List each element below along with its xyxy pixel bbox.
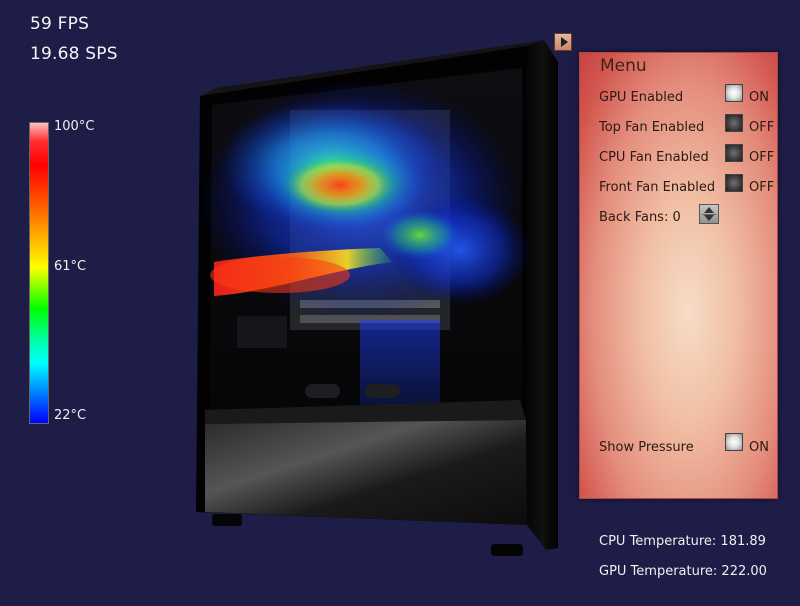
sps-counter: 19.68 SPS (30, 44, 118, 64)
heat-volume-green-right (380, 210, 460, 260)
gpu-temperature-readout: GPU Temperature: 222.00 (599, 564, 767, 579)
cpu-fan-enabled-checkbox[interactable] (725, 144, 743, 162)
cpu-temperature-readout: CPU Temperature: 181.89 (599, 534, 766, 549)
menu-panel: Menu GPU Enabled ON Top Fan Enabled OFF … (579, 52, 778, 499)
cpu-fan-enabled-state: OFF (749, 150, 775, 165)
show-pressure-label: Show Pressure (599, 440, 694, 455)
heat-volume-red-core (285, 157, 395, 213)
cpu-fan-enabled-label: CPU Fan Enabled (599, 150, 709, 165)
top-fan-enabled-checkbox[interactable] (725, 114, 743, 132)
triangle-right-icon (560, 37, 568, 47)
legend-min-label: 22°C (54, 408, 87, 423)
gpu-enabled-checkbox[interactable] (725, 84, 743, 102)
front-fan-enabled-state: OFF (749, 180, 775, 195)
arrow-up-icon (704, 207, 714, 213)
gpu-enabled-label: GPU Enabled (599, 90, 684, 105)
show-pressure-state: ON (749, 440, 769, 455)
gpu-enabled-state: ON (749, 90, 769, 105)
arrow-down-icon (704, 215, 714, 221)
menu-collapse-button[interactable] (554, 33, 572, 51)
shroud-port (365, 384, 400, 398)
case-foot (212, 514, 242, 526)
back-fans-label: Back Fans: 0 (599, 210, 681, 225)
front-fan-enabled-checkbox[interactable] (725, 174, 743, 192)
show-pressure-checkbox[interactable] (725, 433, 743, 451)
rear-fan-frame (237, 316, 287, 348)
psu-shroud (205, 420, 527, 525)
menu-title: Menu (600, 56, 647, 76)
top-fan-enabled-label: Top Fan Enabled (599, 120, 705, 135)
legend-mid-label: 61°C (54, 259, 87, 274)
case-foot (491, 544, 523, 556)
hot-air-jet-glow (210, 257, 350, 293)
shroud-port (305, 384, 340, 398)
back-fans-stepper[interactable] (699, 204, 719, 224)
case-side-panel (527, 40, 558, 550)
legend-max-label: 100°C (54, 119, 95, 134)
temperature-color-scale (29, 122, 49, 424)
fps-counter: 59 FPS (30, 14, 90, 34)
front-fan-enabled-label: Front Fan Enabled (599, 180, 716, 195)
top-fan-enabled-state: OFF (749, 120, 775, 135)
